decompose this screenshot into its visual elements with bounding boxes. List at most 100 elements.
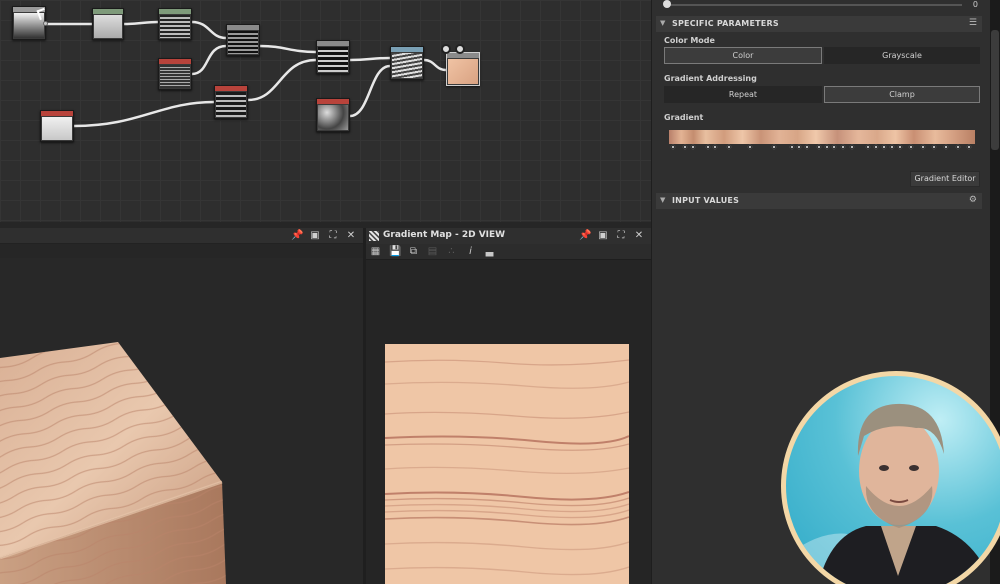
gradient-stop[interactable] xyxy=(849,144,855,150)
gradient-stop[interactable] xyxy=(804,144,810,150)
node-header xyxy=(227,25,259,30)
graph-node-5[interactable] xyxy=(158,58,192,90)
close-icon[interactable]: ✕ xyxy=(345,230,357,242)
maximize-icon[interactable]: ⛶ xyxy=(615,230,627,242)
node-thumbnail xyxy=(42,117,72,140)
restore-icon[interactable]: ▣ xyxy=(309,230,321,242)
gradient-stop[interactable] xyxy=(771,144,777,150)
viewport-3d[interactable] xyxy=(0,258,363,584)
node-header xyxy=(41,111,73,116)
node-view-icon[interactable] xyxy=(441,44,451,54)
node-3d-view-icon[interactable] xyxy=(455,44,465,54)
fit-view-icon[interactable]: ▦ xyxy=(370,246,381,257)
app-window: 📌 ▣ ⛶ ✕ Gradient Map - 2D VIEW 📌 ▣ ⛶ ✕ ▦… xyxy=(0,0,1000,584)
gradient-stop[interactable] xyxy=(881,144,887,150)
node-thumbnail xyxy=(392,53,422,78)
graph-node-10[interactable] xyxy=(316,98,350,132)
node-thumbnail xyxy=(216,92,246,117)
gradient-stops[interactable] xyxy=(669,143,975,152)
section-title: SPECIFIC PARAMETERS xyxy=(672,19,779,28)
panel-2d-title: Gradient Map - 2D VIEW xyxy=(383,230,506,240)
pin-icon[interactable]: 📌 xyxy=(291,230,303,242)
graph-node-gradient-map[interactable] xyxy=(446,52,480,86)
gradient-stop[interactable] xyxy=(726,144,732,150)
info-icon[interactable]: i xyxy=(465,246,476,257)
gradient-editor-button[interactable]: Gradient Editor xyxy=(910,171,980,187)
gradient-stop[interactable] xyxy=(889,144,895,150)
graph-node-7[interactable] xyxy=(40,110,74,142)
node-header xyxy=(447,53,479,58)
gradient-stop[interactable] xyxy=(690,144,696,150)
gradient-stop[interactable] xyxy=(955,144,961,150)
maximize-icon[interactable]: ⛶ xyxy=(327,230,339,242)
gradient-stop[interactable] xyxy=(824,144,830,150)
node-thumbnail xyxy=(94,15,122,38)
gradient-stop[interactable] xyxy=(873,144,879,150)
panel-2d-controls: 📌 ▣ ⛶ ✕ xyxy=(579,230,645,242)
gradient-stop[interactable] xyxy=(789,144,795,150)
gradient-stop[interactable] xyxy=(747,144,753,150)
channels-icon[interactable]: ▤ xyxy=(427,246,438,257)
node-header xyxy=(317,41,349,46)
slider-track xyxy=(667,4,962,6)
gradient-stop[interactable] xyxy=(796,144,802,150)
node-thumbnail xyxy=(228,31,258,54)
gradient-stop[interactable] xyxy=(816,144,822,150)
graph-node-3[interactable] xyxy=(158,8,192,40)
color-mode-label: Color Mode xyxy=(664,36,715,45)
output-port[interactable] xyxy=(43,21,48,26)
graph-node-2[interactable] xyxy=(92,8,124,40)
node-graph[interactable] xyxy=(0,0,651,222)
section-input-values[interactable]: ▼ INPUT VALUES ⚙ xyxy=(656,193,982,209)
gradient-stop[interactable] xyxy=(908,144,914,150)
gradient-stop[interactable] xyxy=(840,144,846,150)
scrollbar-thumb[interactable] xyxy=(991,30,999,150)
gradient-stop[interactable] xyxy=(943,144,949,150)
node-header xyxy=(159,59,191,64)
color-mode-color-option[interactable]: Color xyxy=(664,47,822,64)
pin-icon[interactable]: 📌 xyxy=(579,230,591,242)
node-header xyxy=(391,47,423,52)
node-thumbnail xyxy=(160,15,190,38)
collapse-arrow-icon: ▼ xyxy=(660,19,666,27)
gradient-label: Gradient xyxy=(664,113,704,122)
restore-icon[interactable]: ▣ xyxy=(597,230,609,242)
panel-2d-view: Gradient Map - 2D VIEW 📌 ▣ ⛶ ✕ ▦ 💾 ⧉ ▤ ∴… xyxy=(366,228,651,584)
graph-node-4[interactable] xyxy=(226,24,260,56)
histogram-icon[interactable]: ▃ xyxy=(484,246,495,257)
node-thumbnail xyxy=(160,65,190,88)
panel-2d-titlebar: Gradient Map - 2D VIEW 📌 ▣ ⛶ ✕ xyxy=(366,228,651,244)
gradient-stop[interactable] xyxy=(865,144,871,150)
gradient-stop[interactable] xyxy=(931,144,937,150)
gradient-stop[interactable] xyxy=(705,144,711,150)
tiling-icon[interactable]: ∴ xyxy=(446,246,457,257)
menu-icon[interactable]: ☰ xyxy=(969,18,977,28)
graph-node-6[interactable] xyxy=(316,40,350,74)
color-mode-grayscale-option[interactable]: Grayscale xyxy=(824,47,980,64)
graph-node-8[interactable] xyxy=(214,85,248,119)
slider-knob[interactable] xyxy=(663,0,671,8)
collapse-arrow-icon: ▼ xyxy=(660,196,666,204)
gradient-stop[interactable] xyxy=(682,144,688,150)
addressing-repeat-option[interactable]: Repeat xyxy=(664,86,822,103)
gradient-stop[interactable] xyxy=(897,144,903,150)
gradient-addressing-label: Gradient Addressing xyxy=(664,74,757,83)
node-header xyxy=(317,99,349,104)
wood-texture-preview xyxy=(385,344,629,584)
gradient-stop[interactable] xyxy=(966,144,972,150)
addressing-clamp-option[interactable]: Clamp xyxy=(824,86,980,103)
gear-icon[interactable]: ⚙ xyxy=(969,195,977,205)
close-icon[interactable]: ✕ xyxy=(633,230,645,242)
parameter-slider[interactable]: 0 xyxy=(662,0,982,12)
gradient-bar[interactable] xyxy=(669,130,975,144)
copy-icon[interactable]: ⧉ xyxy=(408,246,419,257)
save-icon[interactable]: 💾 xyxy=(389,246,401,257)
gradient-stop[interactable] xyxy=(920,144,926,150)
section-specific-parameters[interactable]: ▼ SPECIFIC PARAMETERS ☰ xyxy=(656,16,982,32)
graph-node-9[interactable] xyxy=(390,46,424,80)
gradient-stop[interactable] xyxy=(831,144,837,150)
gradient-stop[interactable] xyxy=(670,144,676,150)
panel-2d-toolbar: ▦ 💾 ⧉ ▤ ∴ i ▃ xyxy=(366,244,651,260)
gradient-stop[interactable] xyxy=(712,144,718,150)
viewport-2d[interactable] xyxy=(366,260,651,584)
